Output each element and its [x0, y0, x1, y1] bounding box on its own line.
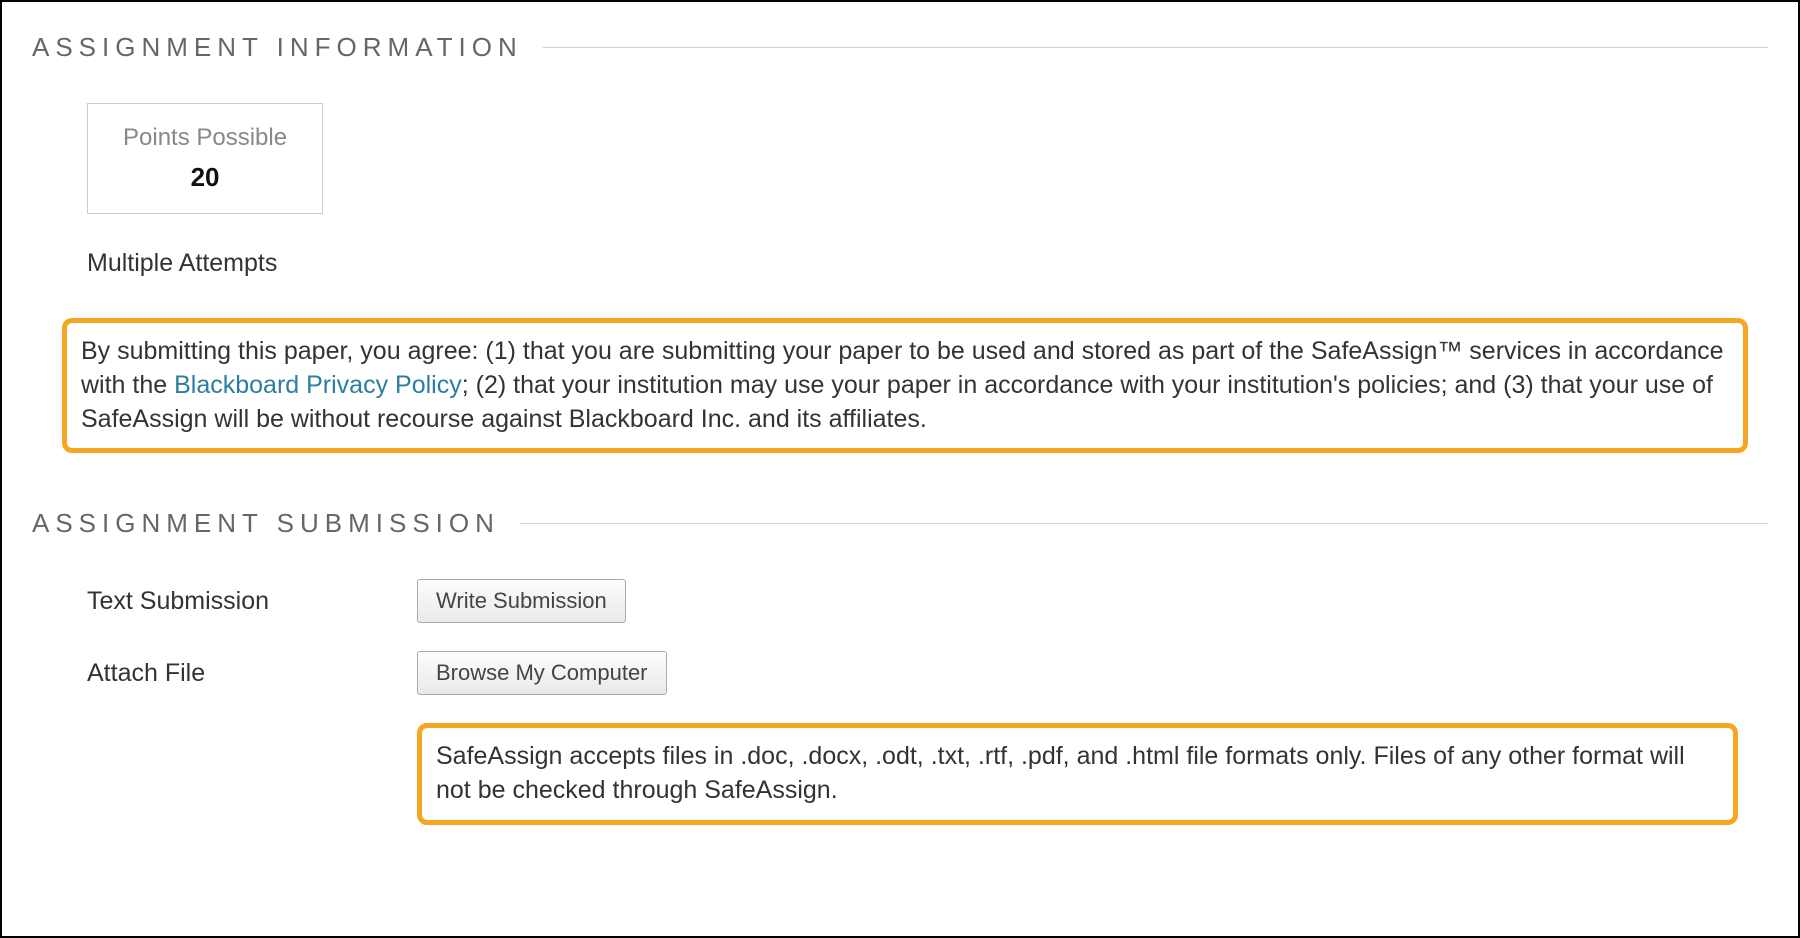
write-submission-button[interactable]: Write Submission — [417, 579, 626, 623]
assignment-information-heading: ASSIGNMENT INFORMATION — [32, 32, 1768, 63]
points-possible-value: 20 — [123, 162, 287, 193]
heading-rule — [543, 47, 1768, 48]
section-title-info: ASSIGNMENT INFORMATION — [32, 32, 523, 63]
assignment-page: ASSIGNMENT INFORMATION Points Possible 2… — [0, 0, 1800, 938]
browse-my-computer-button[interactable]: Browse My Computer — [417, 651, 667, 695]
section-title-submission: ASSIGNMENT SUBMISSION — [32, 508, 500, 539]
multiple-attempts-text: Multiple Attempts — [87, 249, 1768, 278]
attach-file-row: Attach File Browse My Computer — [87, 651, 1768, 695]
safeassign-agreement-box: By submitting this paper, you agree: (1)… — [62, 318, 1748, 453]
attach-file-label: Attach File — [87, 659, 417, 688]
assignment-submission-heading: ASSIGNMENT SUBMISSION — [32, 508, 1768, 539]
privacy-policy-link[interactable]: Blackboard Privacy Policy — [174, 371, 462, 399]
file-format-note-container: SafeAssign accepts files in .doc, .docx,… — [417, 723, 1738, 825]
points-possible-label: Points Possible — [123, 124, 287, 152]
heading-rule — [520, 523, 1768, 524]
text-submission-label: Text Submission — [87, 587, 417, 616]
text-submission-row: Text Submission Write Submission — [87, 579, 1768, 623]
points-possible-box: Points Possible 20 — [87, 103, 323, 214]
file-format-note: SafeAssign accepts files in .doc, .docx,… — [417, 723, 1738, 825]
